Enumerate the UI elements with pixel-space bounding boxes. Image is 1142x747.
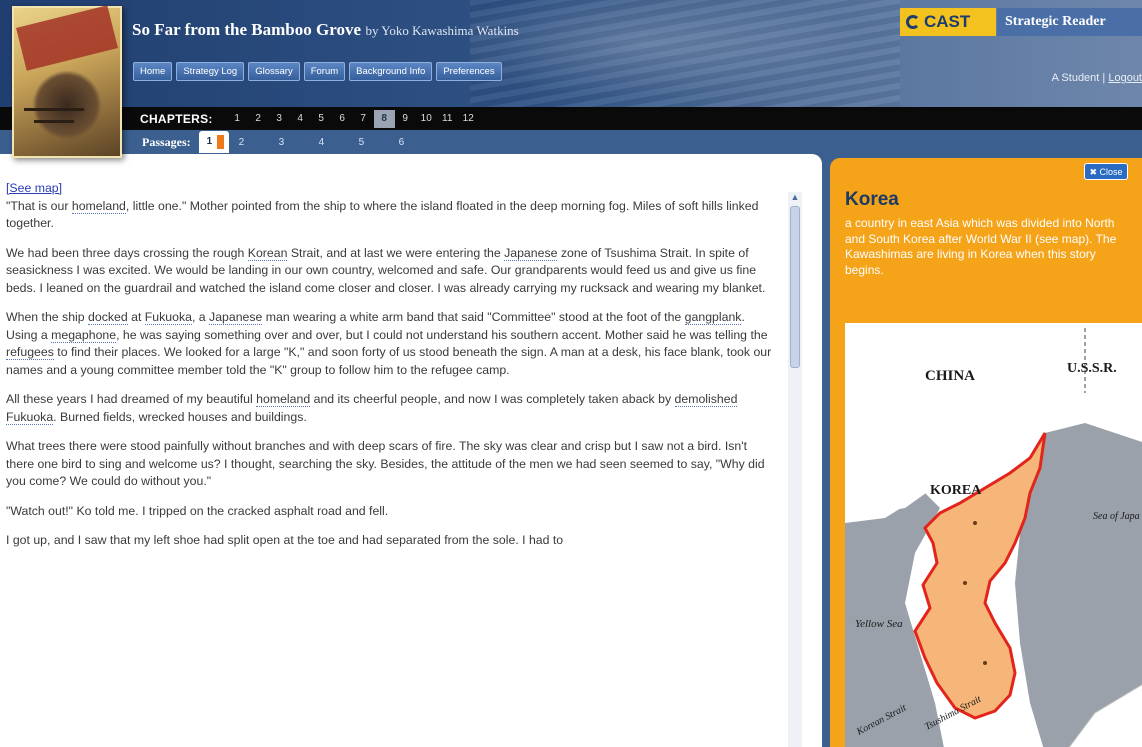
app-header: So Far from the Bamboo Grove by Yoko Kaw…	[0, 0, 1142, 107]
map-label-ussr: U.S.S.R.	[1067, 361, 1117, 376]
glossary-word[interactable]: gangplank	[684, 310, 742, 325]
cover-stroke	[34, 120, 74, 123]
passage-tab-2[interactable]: 2	[239, 137, 279, 148]
user-separator: |	[1102, 72, 1106, 84]
book-title: So Far from the Bamboo Grove	[132, 20, 362, 39]
paragraph-2: We had been three days crossing the roug…	[6, 245, 776, 298]
nav-home-button[interactable]: Home	[133, 62, 173, 81]
chapter-link-3[interactable]: 3	[269, 110, 290, 128]
glossary-word[interactable]: homeland	[256, 392, 311, 407]
reader-scroll-thumb[interactable]	[790, 206, 800, 368]
paragraph-6: "Watch out!" Ko told me. I tripped on th…	[6, 503, 389, 518]
bookmark-icon	[216, 135, 224, 149]
scroll-up-arrow-icon[interactable]: ▲	[788, 190, 802, 204]
glossary-word[interactable]: Korean	[247, 245, 288, 261]
glossary-word[interactable]: Japanese	[209, 310, 263, 325]
nav-background-info-button[interactable]: Background Info	[349, 62, 433, 81]
main-nav: Home Strategy Log Glossary Forum Backgro…	[133, 62, 502, 81]
cast-logo: CAST	[900, 8, 996, 36]
glossary-word[interactable]: Japanese	[504, 245, 558, 261]
map-label-china: CHINA	[925, 368, 976, 384]
passage-tab-label: 1	[206, 136, 213, 147]
passage-tab-1-active[interactable]: 1	[198, 131, 229, 153]
text-run: and its cheerful people, and now I was c…	[310, 392, 675, 406]
user-name: A Student	[1051, 72, 1100, 84]
nav-glossary-button[interactable]: Glossary	[248, 62, 300, 81]
glossary-definition: a country in east Asia which was divided…	[845, 216, 1117, 277]
glossary-word[interactable]: Fukuoka	[6, 409, 54, 425]
glossary-word[interactable]: homeland	[71, 198, 126, 214]
map-label-yellow-sea: Yellow Sea	[855, 618, 903, 630]
book-title-line: So Far from the Bamboo Grove by Yoko Kaw…	[132, 20, 519, 40]
glossary-word[interactable]: Fukuoka	[144, 310, 192, 325]
paragraph-4: All these years I had dreamed of my beau…	[6, 391, 776, 426]
chapter-link-10[interactable]: 10	[416, 110, 437, 128]
chapter-link-5[interactable]: 5	[311, 110, 332, 128]
passage-tab-6[interactable]: 6	[399, 137, 439, 148]
text-run: man wearing a white arm band that said "…	[262, 310, 685, 324]
glossary-word[interactable]: refugees	[6, 345, 54, 360]
logout-link[interactable]: Logout	[1108, 72, 1142, 84]
text-run: to find their places. We looked for a la…	[6, 345, 772, 377]
chapters-label: CHAPTERS:	[140, 111, 213, 126]
chapter-link-7[interactable]: 7	[353, 110, 374, 128]
app-name-tab[interactable]: Strategic Reader	[997, 8, 1142, 36]
chapter-link-2[interactable]: 2	[248, 110, 269, 128]
text-run: , a	[191, 310, 210, 324]
book-cover-image	[12, 5, 122, 158]
passage-tab-5[interactable]: 5	[359, 137, 399, 148]
nav-strategy-log-button[interactable]: Strategy Log	[176, 62, 245, 81]
text-run: All these years I had dreamed of my beau…	[6, 392, 257, 406]
open-book-background	[470, 0, 900, 107]
map-label-sea-of-japan: Sea of Japa	[1093, 511, 1140, 522]
chapter-link-12[interactable]: 12	[458, 110, 479, 128]
passage-bar: Passages: 1 2 3 4 5 6	[0, 130, 820, 154]
passage-text: [See map] "That is our homeland, little …	[6, 180, 776, 562]
glossary-card: ✖ Close Korea a country in east Asia whi…	[830, 158, 1142, 747]
cover-stroke	[24, 108, 84, 111]
reading-pane: [See map] "That is our homeland, little …	[0, 154, 822, 747]
passages-label: Passages:	[142, 134, 191, 149]
paragraph-7: I got up, and I saw that my left shoe ha…	[6, 533, 564, 547]
nav-preferences-button[interactable]: Preferences	[436, 62, 502, 81]
book-author: by Yoko Kawashima Watkins	[365, 23, 519, 38]
chapter-link-11[interactable]: 11	[437, 110, 458, 128]
text-run: at	[127, 310, 145, 324]
chapter-bar: CHAPTERS: 1 2 3 4 5 6 7 8 9 10 11 12	[0, 107, 1142, 130]
text-run: Strait, and at last we were entering the	[287, 245, 505, 260]
cast-brand-text: CAST	[924, 12, 971, 31]
chapter-link-1[interactable]: 1	[227, 110, 248, 128]
cover-figure	[32, 70, 102, 140]
user-area: A Student | Logout	[1052, 72, 1142, 84]
passage-tab-3[interactable]: 3	[279, 137, 319, 148]
text-run: When the ship	[6, 310, 89, 324]
chapter-link-9[interactable]: 9	[395, 110, 416, 128]
glossary-word[interactable]: demolished	[674, 392, 738, 407]
cast-ring-icon	[906, 15, 920, 29]
text-run: , he was saying something over and over,…	[116, 327, 768, 342]
close-panel-button[interactable]: ✖ Close	[1084, 163, 1128, 180]
text-run: We had been three days crossing the roug…	[6, 245, 248, 260]
paragraph-5: What trees there were stood painfully wi…	[6, 439, 765, 488]
passage-tab-4[interactable]: 4	[319, 137, 359, 148]
glossary-word[interactable]: docked	[88, 310, 128, 325]
chapter-link-4[interactable]: 4	[290, 110, 311, 128]
cover-title-band	[16, 5, 118, 71]
map-label-korea: KOREA	[930, 483, 982, 498]
korea-map: CHINA U.S.S.R. KOREA Sea of Japa Yellow …	[845, 323, 1142, 747]
text-run: . Burned fields, wrecked houses and buil…	[53, 409, 307, 424]
korea-map-drawing	[845, 323, 1142, 747]
chapter-link-8-active[interactable]: 8	[373, 109, 395, 128]
chapter-link-6[interactable]: 6	[332, 110, 353, 128]
see-map-link[interactable]: [See map]	[6, 180, 776, 198]
paragraph-3: When the ship docked at Fukuoka, a Japan…	[6, 309, 776, 379]
glossary-word[interactable]: megaphone	[51, 327, 117, 343]
text-run: "That is our	[6, 198, 72, 213]
glossary-term: Korea	[845, 189, 899, 210]
nav-forum-button[interactable]: Forum	[303, 62, 346, 81]
paragraph-1: "That is our homeland, little one." Moth…	[6, 198, 776, 233]
glossary-panel: ✖ Close Korea a country in east Asia whi…	[822, 130, 1142, 747]
